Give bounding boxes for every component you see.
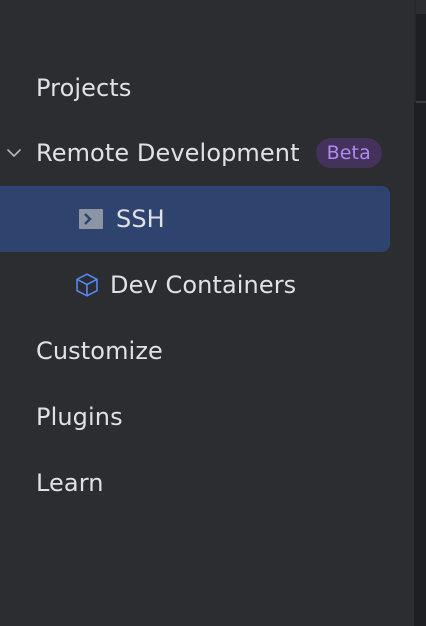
sidebar-item-plugins[interactable]: Plugins xyxy=(0,385,390,449)
cube-icon xyxy=(74,272,100,298)
sidebar-item-label: Customize xyxy=(36,337,163,365)
sidebar-item-label: Projects xyxy=(36,74,132,102)
sidebar-item-label: Learn xyxy=(36,469,104,497)
sidebar-item-remote-development[interactable]: Remote Development Beta xyxy=(0,121,390,185)
sidebar-item-label: Plugins xyxy=(36,403,123,431)
terminal-icon xyxy=(78,206,104,232)
panel-header-edge xyxy=(416,0,426,14)
sidebar-item-ssh[interactable]: SSH xyxy=(0,186,390,252)
beta-badge: Beta xyxy=(315,138,382,168)
chevron-down-icon[interactable] xyxy=(5,144,23,162)
sidebar-item-learn[interactable]: Learn xyxy=(0,451,390,515)
sidebar: Projects Remote Development Beta SSH Dev… xyxy=(0,0,414,626)
sidebar-item-dev-containers[interactable]: Dev Containers xyxy=(0,253,390,317)
panel-separator xyxy=(416,101,426,103)
panel-divider xyxy=(414,0,416,102)
sidebar-item-label: Remote Development xyxy=(36,139,300,167)
welcome-window: Projects Remote Development Beta SSH Dev… xyxy=(0,0,426,626)
sidebar-item-label: Dev Containers xyxy=(110,271,297,299)
sidebar-item-customize[interactable]: Customize xyxy=(0,319,390,383)
sidebar-item-label: SSH xyxy=(116,205,165,233)
sidebar-item-projects[interactable]: Projects xyxy=(0,56,390,120)
content-panel-edge xyxy=(414,0,426,626)
